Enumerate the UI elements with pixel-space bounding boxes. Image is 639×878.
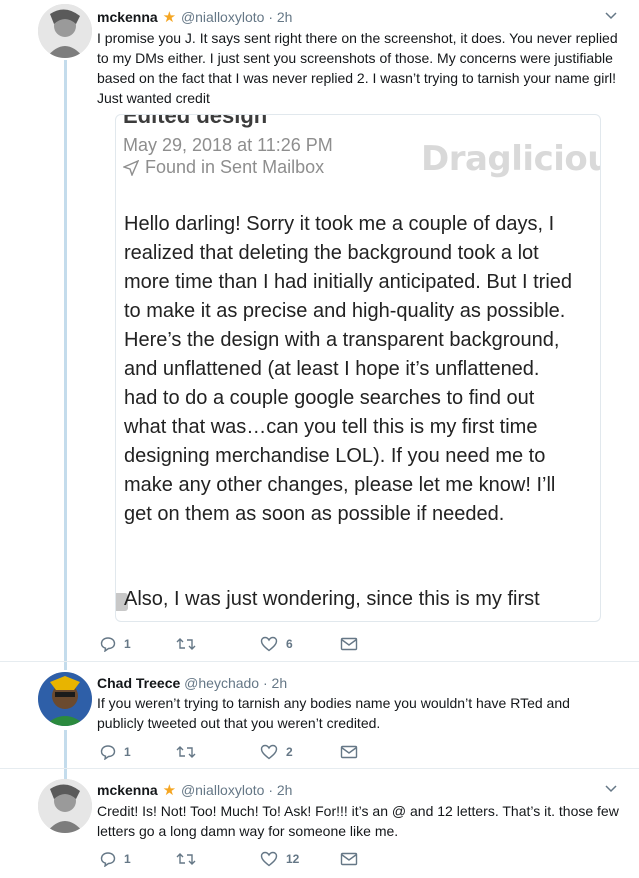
like-button[interactable]: 12	[260, 851, 299, 867]
heart-icon	[260, 744, 278, 760]
direct-message-button[interactable]	[340, 744, 358, 760]
attached-image[interactable]: Edited design May 29, 2018 at 11:26 PM F…	[115, 114, 601, 622]
email-subject: Edited design	[123, 114, 268, 128]
reply-button[interactable]: 1	[100, 851, 131, 867]
retweet-icon	[176, 746, 196, 758]
timestamp[interactable]: 2h	[277, 9, 293, 25]
reply-icon	[100, 745, 116, 760]
reply-icon	[100, 852, 116, 867]
chevron-down-icon[interactable]	[605, 10, 617, 22]
heart-icon	[260, 851, 278, 867]
like-button[interactable]: 2	[260, 744, 293, 760]
like-count: 12	[286, 852, 300, 866]
tweet-header: mckenna ★ @nialloxyloto · 2h	[97, 781, 619, 800]
tweet-1[interactable]: mckenna ★ @nialloxyloto · 2h I promise y…	[0, 0, 639, 660]
reply-icon	[100, 637, 116, 652]
tweet-actions: 1 2	[100, 744, 400, 762]
retweet-button[interactable]	[176, 636, 204, 652]
direct-message-button[interactable]	[340, 636, 358, 652]
tweet-header: mckenna ★ @nialloxyloto · 2h	[97, 8, 619, 27]
username[interactable]: @heychado	[184, 675, 259, 691]
separator: ·	[268, 9, 273, 25]
like-button[interactable]: 6	[260, 636, 293, 652]
tweet-text: I promise you J. It says sent right ther…	[97, 30, 618, 106]
username[interactable]: @nialloxyloto	[181, 782, 264, 798]
timestamp[interactable]: 2h	[272, 675, 288, 691]
reply-button[interactable]: 1	[100, 636, 131, 652]
envelope-icon	[340, 745, 358, 759]
watermark-logo: Draglicious	[421, 139, 600, 179]
envelope-icon	[340, 637, 358, 651]
email-date: May 29, 2018 at 11:26 PM	[123, 135, 333, 155]
heart-icon	[260, 636, 278, 652]
separator: ·	[268, 782, 273, 798]
email-body-tail: Also, I was just wondering, since this i…	[124, 588, 540, 610]
avatar[interactable]	[38, 779, 92, 833]
envelope-icon	[340, 852, 358, 866]
email-found-text: Found in Sent Mailbox	[145, 157, 325, 177]
tweet-actions: 1 12	[100, 851, 400, 869]
retweet-button[interactable]	[176, 851, 204, 867]
separator: ·	[262, 675, 268, 691]
email-found-label: Found in Sent Mailbox	[123, 157, 324, 178]
reply-count: 1	[124, 745, 131, 759]
retweet-icon	[176, 638, 196, 650]
tweet-3[interactable]: mckenna ★ @nialloxyloto · 2h Credit! Is!…	[0, 769, 639, 878]
tweet-header: Chad Treece @heychado · 2h	[97, 674, 619, 692]
tweet-text: Credit! Is! Not! Too! Much! To! Ask! For…	[97, 803, 619, 839]
avatar[interactable]	[38, 672, 92, 726]
retweet-icon	[176, 853, 196, 865]
display-name[interactable]: Chad Treece	[97, 675, 180, 691]
username[interactable]: @nialloxyloto	[181, 9, 264, 25]
timestamp[interactable]: 2h	[277, 782, 293, 798]
chevron-down-icon[interactable]	[605, 783, 617, 795]
reply-count: 1	[124, 637, 131, 651]
star-emoji: ★	[162, 9, 177, 26]
star-emoji: ★	[162, 782, 177, 799]
like-count: 6	[286, 637, 293, 651]
avatar[interactable]	[38, 4, 92, 58]
reply-count: 1	[124, 852, 131, 866]
tweet-actions: 1 6	[100, 636, 400, 654]
email-body: Hello darling! Sorry it took me a couple…	[124, 213, 573, 525]
send-arrow-icon	[123, 159, 139, 176]
tweet-2[interactable]: Chad Treece @heychado · 2h If you weren’…	[0, 662, 639, 768]
direct-message-button[interactable]	[340, 851, 358, 867]
reply-button[interactable]: 1	[100, 744, 131, 760]
tweet-text: If you weren’t trying to tarnish any bod…	[97, 695, 570, 731]
display-name[interactable]: mckenna	[97, 9, 158, 25]
like-count: 2	[286, 745, 293, 759]
retweet-button[interactable]	[176, 744, 204, 760]
display-name[interactable]: mckenna	[97, 782, 158, 798]
